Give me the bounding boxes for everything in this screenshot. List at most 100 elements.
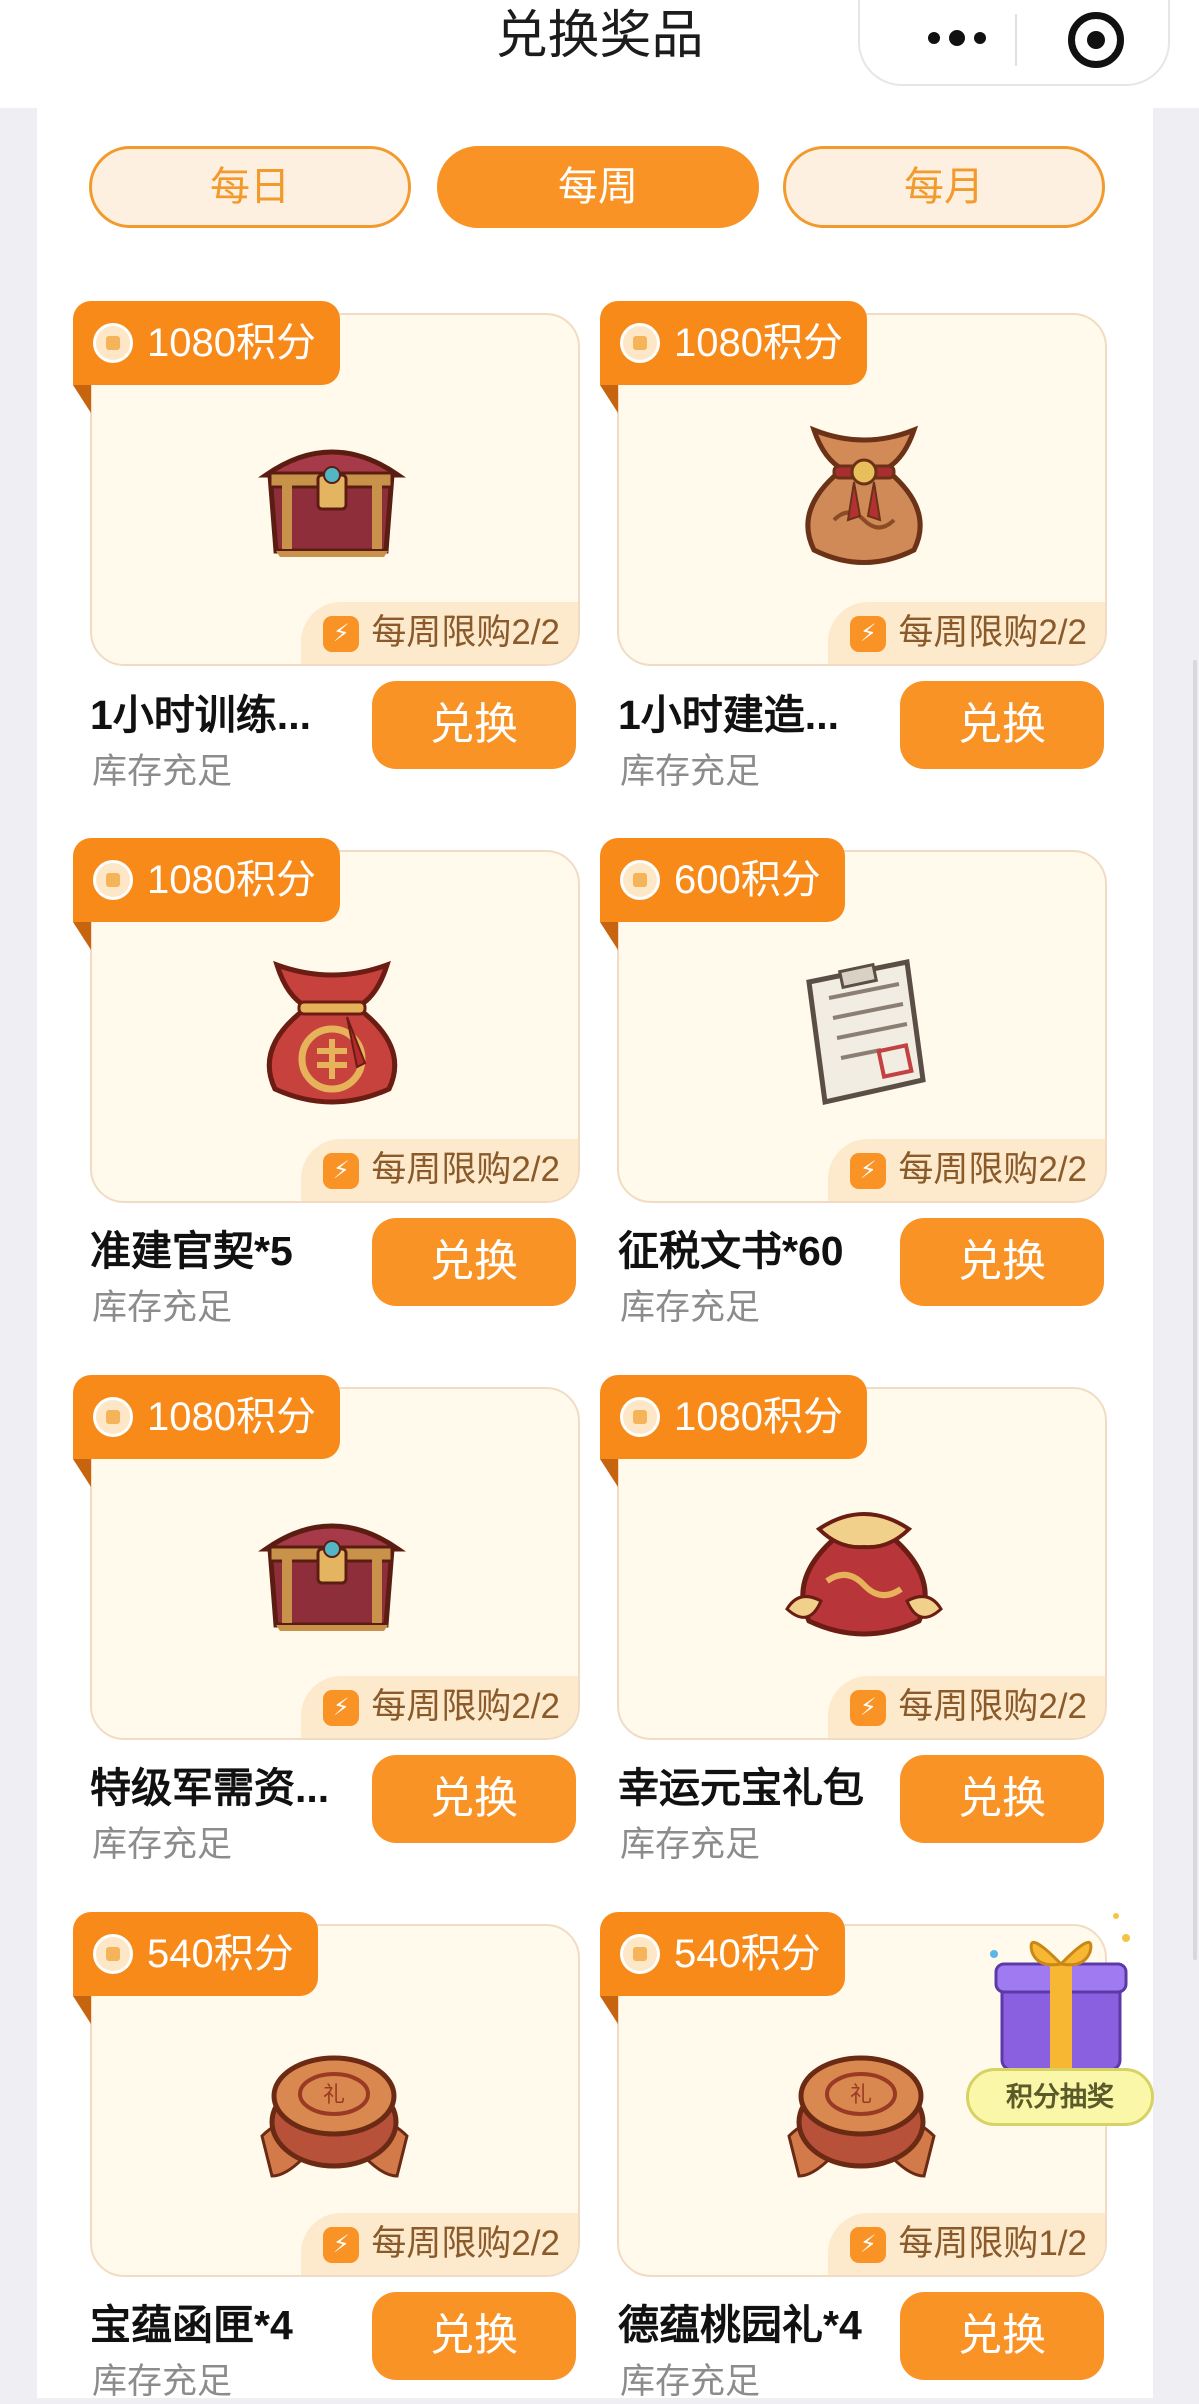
purchase-limit-badge: ⚡ 每周限购2/2 (301, 1139, 578, 1201)
points-cost-tag: 1080积分 (73, 301, 340, 385)
lightning-icon: ⚡ (323, 2227, 360, 2263)
top-bar: 兑换奖品 (0, 0, 1199, 108)
purchase-limit-badge: ⚡ 每周限购2/2 (828, 602, 1105, 664)
prize-name: 征税文书*60 (618, 1228, 844, 1274)
prize-name: 1小时训练... (90, 692, 311, 738)
prize-name: 幸运元宝礼包 (618, 1765, 864, 1811)
prize-name: 德蕴桃园礼*4 (618, 2302, 862, 2348)
exchange-button[interactable]: 兑换 (900, 1755, 1104, 1843)
svg-text:礼: 礼 (850, 2083, 872, 2108)
points-coin-icon (93, 860, 133, 900)
points-cost-tag: 1080积分 (600, 301, 867, 385)
purchase-limit-badge: ⚡ 每周限购2/2 (828, 1676, 1105, 1738)
lightning-icon: ⚡ (323, 1153, 360, 1189)
ingot-bag-icon (785, 1512, 943, 1637)
treasure-chest-icon (258, 1523, 406, 1631)
exchange-button[interactable]: 兑换 (372, 681, 576, 769)
purchase-limit-text: 每周限购2/2 (371, 2224, 560, 2263)
points-cost-tag: 1080积分 (73, 838, 340, 922)
points-cost: 540积分 (147, 1932, 294, 1976)
lightning-icon: ⚡ (850, 1690, 887, 1726)
purchase-limit-text: 每周限购2/2 (898, 613, 1087, 652)
purchase-limit-text: 每周限购2/2 (898, 1687, 1087, 1726)
red-pouch-icon (266, 960, 398, 1105)
scrollbar[interactable] (1193, 660, 1197, 1960)
points-coin-icon (620, 860, 660, 900)
stock-status: 库存充足 (620, 1825, 761, 1864)
stock-status: 库存充足 (620, 2362, 761, 2401)
lightning-icon: ⚡ (323, 616, 360, 652)
lightning-icon: ⚡ (850, 1153, 887, 1189)
points-coin-icon (620, 1934, 660, 1974)
points-coin-icon (93, 323, 133, 363)
purchase-limit-badge: ⚡ 每周限购2/2 (301, 1676, 578, 1738)
purchase-limit-badge: ⚡ 每周限购2/2 (301, 2213, 578, 2275)
capsule-divider (1015, 14, 1017, 66)
points-cost-tag: 600积分 (600, 838, 845, 922)
points-lottery-button[interactable]: 积分抽奖 (962, 1908, 1162, 2138)
tag-fold (600, 385, 618, 413)
purchase-limit-badge: ⚡ 每周限购2/2 (301, 602, 578, 664)
tab-monthly[interactable]: 每月 (783, 146, 1105, 228)
points-cost-tag: 540积分 (600, 1912, 845, 1996)
tag-fold (73, 922, 91, 950)
gift-box-icon: 礼 (260, 2055, 409, 2178)
prize-name: 宝蕴函匣*4 (90, 2302, 293, 2348)
points-cost: 540积分 (674, 1932, 821, 1976)
gift-icon (990, 1913, 1130, 2072)
lightning-icon: ⚡ (850, 616, 887, 652)
purchase-limit-text: 每周限购2/2 (371, 1150, 560, 1189)
points-cost: 1080积分 (674, 1395, 843, 1439)
purchase-limit-badge: ⚡ 每周限购2/2 (828, 1139, 1105, 1201)
lightning-icon: ⚡ (850, 2227, 887, 2263)
points-coin-icon (620, 323, 660, 363)
stock-status: 库存充足 (620, 1288, 761, 1327)
gift-box-icon: 礼 (787, 2055, 936, 2178)
points-cost: 1080积分 (147, 858, 316, 902)
stock-status: 库存充足 (92, 2362, 233, 2401)
prize-name: 特级军需资... (90, 1765, 330, 1811)
exchange-button[interactable]: 兑换 (900, 2292, 1104, 2380)
tab-daily[interactable]: 每日 (89, 146, 411, 228)
document-scroll-icon (806, 959, 926, 1106)
points-coin-icon (93, 1934, 133, 1974)
exchange-button[interactable]: 兑换 (900, 681, 1104, 769)
prize-name: 准建官契*5 (90, 1228, 293, 1274)
points-lottery-label: 积分抽奖 (966, 2068, 1154, 2126)
tag-fold (73, 1996, 91, 2024)
tag-fold (600, 922, 618, 950)
close-mini-program-icon[interactable] (1068, 12, 1124, 68)
tag-fold (600, 1996, 618, 2024)
treasure-chest-icon (258, 449, 406, 557)
exchange-button[interactable]: 兑换 (900, 1218, 1104, 1306)
brown-pouch-icon (805, 425, 923, 565)
points-cost: 1080积分 (674, 321, 843, 365)
tag-fold (600, 1459, 618, 1487)
tab-weekly[interactable]: 每周 (437, 146, 759, 228)
lightning-icon: ⚡ (323, 1690, 360, 1726)
stock-status: 库存充足 (92, 752, 233, 791)
exchange-button[interactable]: 兑换 (372, 1755, 576, 1843)
stock-status: 库存充足 (620, 752, 761, 791)
purchase-limit-text: 每周限购2/2 (371, 1687, 560, 1726)
exchange-button[interactable]: 兑换 (372, 1218, 576, 1306)
prize-name: 1小时建造... (618, 692, 839, 738)
tag-fold (73, 1459, 91, 1487)
purchase-limit-badge: ⚡ 每周限购1/2 (828, 2213, 1105, 2275)
points-coin-icon (93, 1397, 133, 1437)
points-cost: 1080积分 (147, 321, 316, 365)
purchase-limit-text: 每周限购2/2 (371, 613, 560, 652)
mini-program-capsule (858, 0, 1170, 86)
more-options-icon[interactable] (912, 18, 1002, 58)
stock-status: 库存充足 (92, 1825, 233, 1864)
points-cost: 600积分 (674, 858, 821, 902)
points-cost-tag: 1080积分 (600, 1375, 867, 1459)
points-cost-tag: 540积分 (73, 1912, 318, 1996)
points-coin-icon (620, 1397, 660, 1437)
points-cost: 1080积分 (147, 1395, 316, 1439)
points-cost-tag: 1080积分 (73, 1375, 340, 1459)
stock-status: 库存充足 (92, 1288, 233, 1327)
exchange-button[interactable]: 兑换 (372, 2292, 576, 2380)
tag-fold (73, 385, 91, 413)
purchase-limit-text: 每周限购2/2 (898, 1150, 1087, 1189)
